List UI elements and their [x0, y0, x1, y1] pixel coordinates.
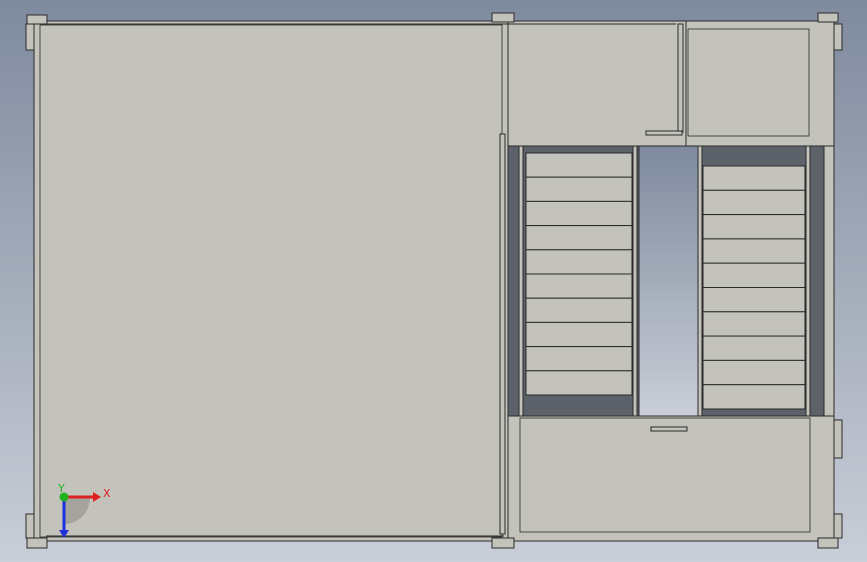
stair-tread[interactable] [525, 152, 633, 178]
corner-post-bottom-mid [491, 537, 515, 549]
stair-flight-right[interactable] [702, 165, 806, 410]
stair-tread[interactable] [702, 238, 806, 264]
stair-tread[interactable] [525, 370, 633, 396]
stair-tread[interactable] [702, 287, 806, 313]
side-post-right-bottom [833, 513, 843, 539]
stair-tread[interactable] [525, 273, 633, 299]
stair-tread[interactable] [525, 249, 633, 275]
main-room[interactable] [33, 20, 509, 542]
corner-post-top-right [817, 12, 839, 23]
stair-tread[interactable] [525, 225, 633, 251]
cad-viewport[interactable]: X Y [0, 0, 867, 562]
upper-right-room[interactable] [685, 20, 835, 147]
stair-tread[interactable] [525, 346, 633, 372]
stair-tread[interactable] [702, 311, 806, 337]
stair-tread[interactable] [702, 165, 806, 191]
stair-void [638, 145, 701, 417]
stair-tread[interactable] [702, 335, 806, 361]
upper-door-sill [645, 130, 683, 136]
stairwell[interactable] [507, 145, 825, 417]
stair-handrail [499, 133, 506, 535]
corner-post-top-left [26, 14, 48, 25]
stair-tread[interactable] [702, 189, 806, 216]
stair-tread[interactable] [702, 384, 806, 410]
corner-post-bottom-right [817, 537, 839, 549]
side-post-right-lower [833, 419, 843, 459]
stringer-right-outer [805, 145, 811, 417]
stair-flight-left[interactable] [525, 152, 633, 396]
lower-door-sill [650, 426, 688, 432]
side-post-right-upper [833, 23, 843, 51]
stair-tread[interactable] [525, 297, 633, 323]
stair-tread[interactable] [525, 200, 633, 227]
side-post-left-lower [25, 513, 35, 539]
stringer-right-inner [697, 145, 703, 417]
stair-tread[interactable] [702, 262, 806, 289]
corner-post-bottom-left [26, 537, 48, 549]
lower-landing[interactable] [507, 415, 835, 542]
upper-door-frame [677, 23, 684, 133]
stair-tread[interactable] [525, 321, 633, 348]
upper-corridor[interactable] [507, 20, 687, 147]
stringer-left-inner [632, 145, 638, 417]
stair-tread[interactable] [525, 176, 633, 202]
corner-post-top-mid [491, 12, 515, 23]
stair-tread[interactable] [702, 359, 806, 386]
stair-landing-right [823, 145, 835, 417]
side-post-left-upper [25, 23, 35, 51]
y-axis-label: Y [57, 482, 65, 495]
x-axis-label: X [103, 487, 111, 500]
stair-tread[interactable] [702, 214, 806, 240]
stringer-left-outer [518, 145, 524, 417]
